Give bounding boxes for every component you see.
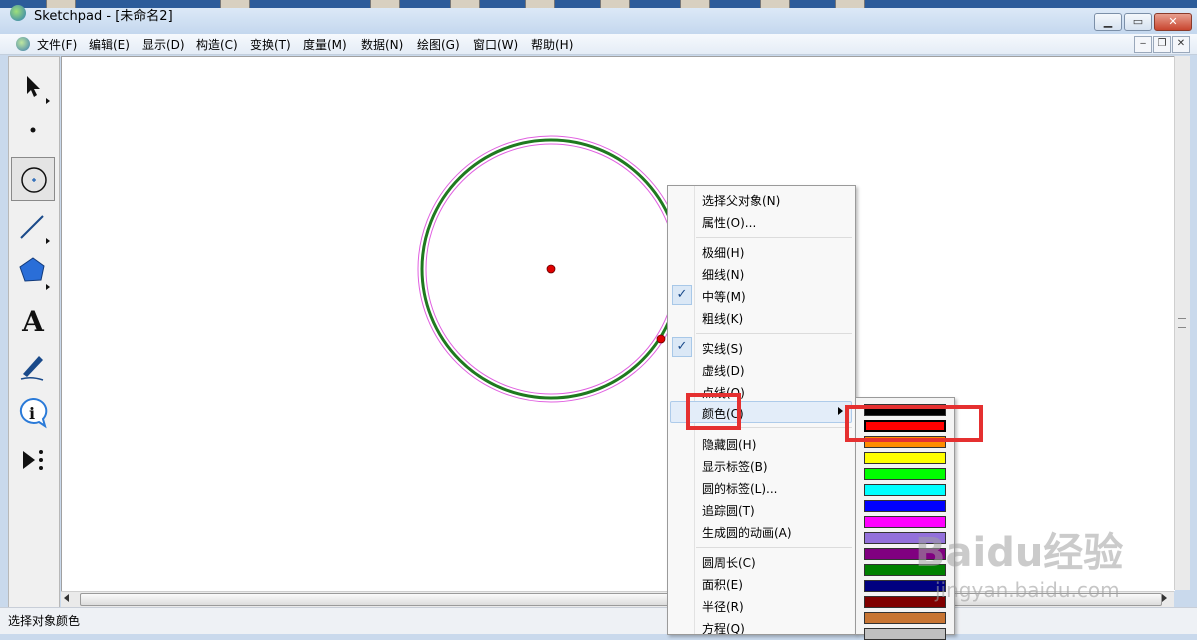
taskbar-item[interactable] — [835, 0, 865, 8]
watermark-brand: Baidu经验 — [915, 530, 1124, 576]
status-text: 选择对象颜色 — [8, 614, 81, 628]
taskbar-item[interactable] — [525, 0, 555, 8]
taskbar-item[interactable] — [450, 0, 480, 8]
color-swatch[interactable] — [864, 484, 946, 496]
svg-text:A: A — [21, 305, 45, 338]
svg-text:i: i — [29, 404, 35, 423]
menu-item-show-label[interactable]: 显示标签(B) — [702, 458, 768, 475]
color-swatch[interactable] — [864, 596, 946, 608]
mdi-close-button[interactable]: ✕ — [1172, 36, 1190, 53]
mdi-minimize-button[interactable]: ‒ — [1134, 36, 1152, 53]
menu-item-animate-circle[interactable]: 生成圆的动画(A) — [702, 524, 792, 541]
menu-data[interactable]: 数据(N) — [361, 36, 403, 53]
canvas-drawing — [417, 135, 685, 403]
marker-icon[interactable] — [11, 344, 55, 388]
vertical-scrollbar[interactable] — [1174, 56, 1190, 590]
menu-edit[interactable]: 编辑(E) — [89, 36, 130, 53]
desktop-taskbar-strip — [0, 0, 1197, 8]
menu-item-line-medium[interactable]: 中等(M) — [702, 288, 746, 305]
arrow-select-icon[interactable] — [11, 64, 55, 108]
color-swatch[interactable] — [864, 612, 946, 624]
circle-radius-point — [656, 334, 666, 344]
scroll-right-arrow-icon[interactable] — [1162, 594, 1167, 602]
watermark-url: jingyan.baidu.com — [935, 578, 1120, 602]
close-button[interactable]: ✕ — [1154, 13, 1192, 31]
taskbar-item[interactable] — [760, 0, 790, 8]
color-swatch[interactable] — [864, 628, 946, 640]
menu-file[interactable]: 文件(F) — [37, 36, 77, 53]
compass-icon[interactable] — [11, 157, 55, 201]
menu-transform[interactable]: 变换(T) — [250, 36, 291, 53]
sketchpad-app-icon — [10, 5, 26, 21]
scroll-grip-icon — [1178, 318, 1186, 328]
menu-item-select-parents[interactable]: 选择父对象(N) — [702, 192, 780, 209]
document-icon[interactable] — [16, 37, 30, 51]
menu-help[interactable]: 帮助(H) — [531, 36, 573, 53]
status-bar — [0, 607, 1197, 634]
color-swatch[interactable] — [864, 500, 946, 512]
taskbar-item[interactable] — [600, 0, 630, 8]
color-swatch[interactable] — [864, 580, 946, 592]
annotation-highlight-red-swatch — [845, 405, 983, 442]
menu-separator — [696, 333, 852, 334]
taskbar-item[interactable] — [220, 0, 250, 8]
circle-center-point — [546, 264, 556, 274]
menu-graph[interactable]: 绘图(G) — [417, 36, 460, 53]
taskbar-item[interactable] — [370, 0, 400, 8]
submenu-arrow-icon — [838, 407, 843, 415]
menu-item-line-dashed[interactable]: 虚线(D) — [702, 362, 745, 379]
menu-item-properties[interactable]: 属性(O)... — [702, 214, 756, 231]
menu-item-trace-circle[interactable]: 追踪圆(T) — [702, 502, 755, 519]
minimize-button[interactable]: ▁ — [1094, 13, 1122, 31]
menu-item-line-solid[interactable]: 实线(S) — [702, 340, 743, 357]
menu-item-area[interactable]: 面积(E) — [702, 576, 743, 593]
check-icon: ✓ — [672, 337, 692, 357]
text-icon[interactable]: A — [11, 298, 55, 342]
scroll-left-arrow-icon[interactable] — [64, 594, 69, 602]
menu-item-circumference[interactable]: 圆周长(C) — [702, 554, 756, 571]
menu-window[interactable]: 窗口(W) — [473, 36, 518, 53]
taskbar-item[interactable] — [680, 0, 710, 8]
menu-item-hide-circle[interactable]: 隐藏圆(H) — [702, 436, 756, 453]
maximize-button[interactable]: ▭ — [1124, 13, 1152, 31]
check-icon: ✓ — [672, 285, 692, 305]
menu-item-circle-label[interactable]: 圆的标签(L)... — [702, 480, 778, 497]
menu-construct[interactable]: 构造(C) — [196, 36, 238, 53]
point-icon[interactable] — [11, 110, 55, 154]
sketch-canvas[interactable] — [61, 56, 1175, 591]
menu-display[interactable]: 显示(D) — [142, 36, 185, 53]
information-icon[interactable]: i — [11, 391, 55, 435]
menu-item-line-very-thin[interactable]: 极细(H) — [702, 244, 744, 261]
menu-separator — [696, 547, 852, 548]
menu-separator — [696, 237, 852, 238]
color-swatch[interactable] — [864, 452, 946, 464]
mdi-restore-button[interactable]: ❐ — [1153, 36, 1171, 53]
menu-item-line-thick[interactable]: 粗线(K) — [702, 310, 743, 327]
menu-measure[interactable]: 度量(M) — [303, 36, 347, 53]
menu-item-line-thin[interactable]: 细线(N) — [702, 266, 744, 283]
straightedge-icon[interactable] — [11, 204, 55, 248]
window-title: Sketchpad - [未命名2] — [34, 9, 173, 24]
polygon-icon[interactable] — [11, 250, 55, 294]
color-swatch[interactable] — [864, 468, 946, 480]
custom-tool-icon[interactable] — [11, 438, 55, 482]
window-title-bar[interactable] — [0, 8, 1197, 35]
menu-item-radius[interactable]: 半径(R) — [702, 598, 744, 615]
annotation-highlight-color-item — [686, 393, 741, 430]
